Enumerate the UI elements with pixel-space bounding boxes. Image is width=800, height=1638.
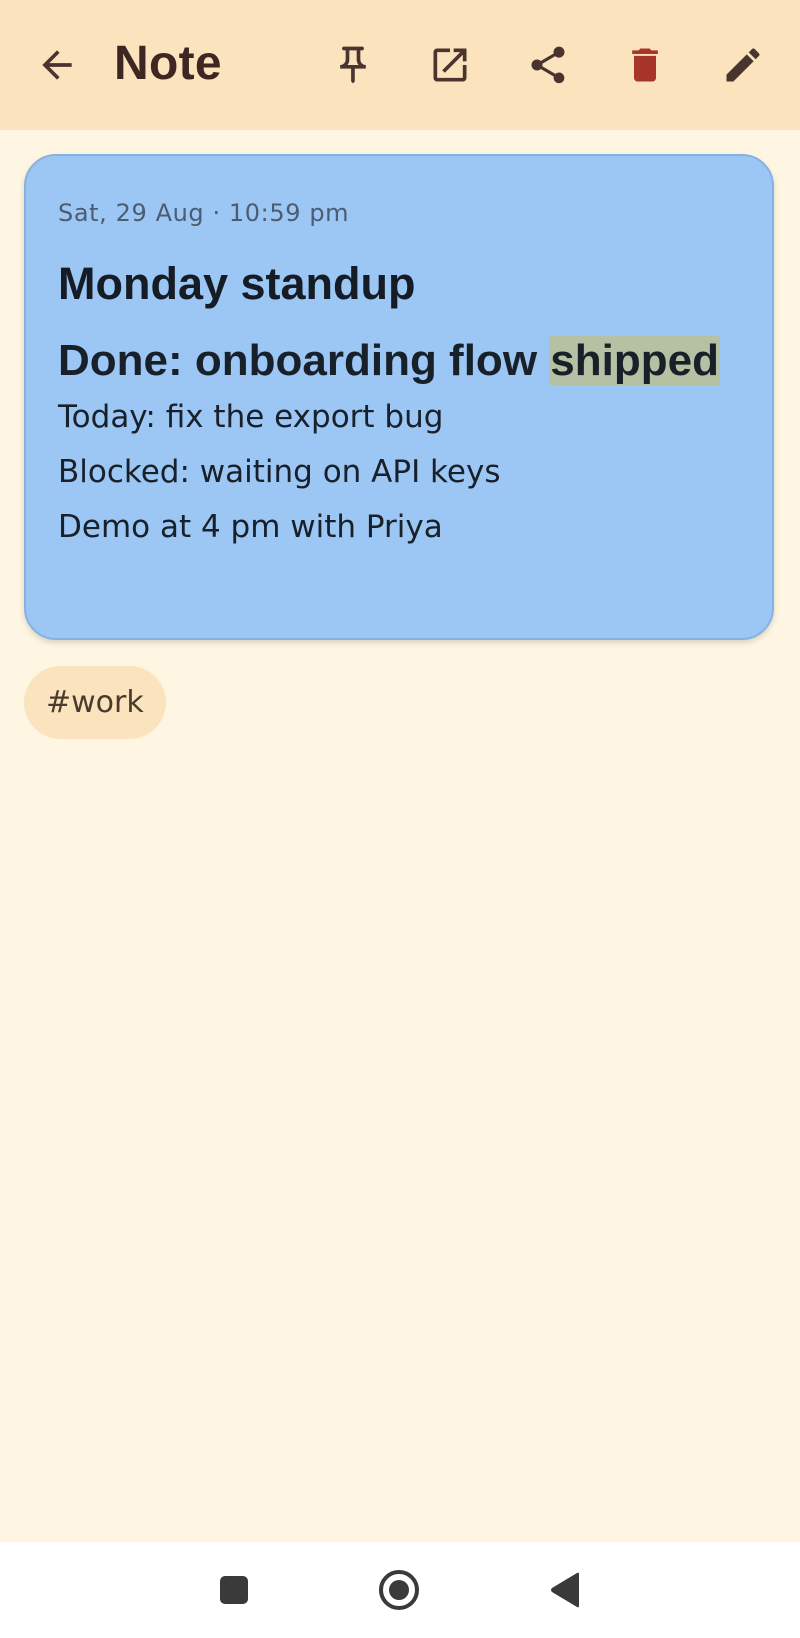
- delete-icon: [632, 48, 658, 82]
- back-triangle-icon: [551, 1572, 579, 1608]
- back-arrow-icon: [42, 50, 72, 80]
- note-line-text: Done: onboarding flow: [58, 336, 550, 385]
- back-button[interactable]: [17, 25, 97, 105]
- note-line-demo: Demo at 4 pm with Priya: [58, 509, 443, 545]
- home-button[interactable]: [365, 1556, 433, 1624]
- tag-label: #work: [46, 685, 144, 720]
- edit-icon: [726, 48, 760, 82]
- note-body: Done: onboarding flow shipped Today: fix…: [58, 332, 758, 555]
- app-bar: Note: [0, 0, 800, 130]
- edit-button[interactable]: [703, 25, 783, 105]
- open-in-new-icon: [433, 48, 467, 82]
- system-navigation-bar: [0, 1542, 800, 1638]
- highlighted-text: shipped: [549, 336, 720, 385]
- share-button[interactable]: [508, 25, 588, 105]
- delete-button[interactable]: [605, 25, 685, 105]
- note-line-done: Done: onboarding flow shipped: [58, 332, 758, 390]
- recents-square-icon: [220, 1576, 248, 1604]
- note-line-today: Today: fix the export bug: [58, 399, 444, 435]
- note-date: Sat, 29 Aug · 10:59 pm: [58, 199, 350, 227]
- pin-button[interactable]: [313, 25, 393, 105]
- pin-icon: [340, 46, 366, 84]
- share-icon: [531, 46, 565, 84]
- recents-button[interactable]: [200, 1556, 268, 1624]
- home-circle-icon: [379, 1570, 419, 1610]
- open-in-new-button[interactable]: [410, 25, 490, 105]
- page-title: Note: [114, 37, 222, 90]
- system-back-button[interactable]: [531, 1556, 599, 1624]
- tag-chip-work[interactable]: #work: [24, 666, 166, 739]
- note-line-blocked: Blocked: waiting on API keys: [58, 454, 501, 490]
- note-card[interactable]: Sat, 29 Aug · 10:59 pm Monday standup Do…: [24, 154, 774, 640]
- note-title: Monday standup: [58, 258, 416, 309]
